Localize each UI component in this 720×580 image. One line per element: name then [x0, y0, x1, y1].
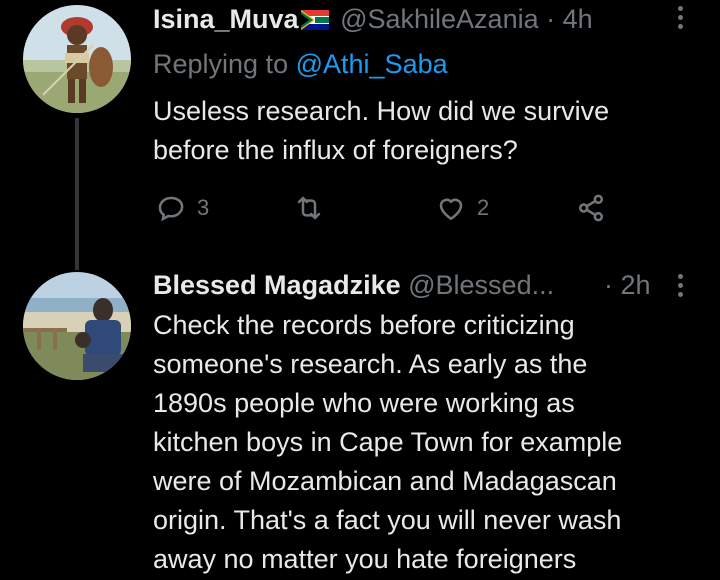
- share-button[interactable]: [575, 190, 607, 226]
- reply-target-link[interactable]: @Athi_Saba: [296, 49, 448, 79]
- tweet-text-line: 1890s people who were working as: [153, 388, 575, 418]
- tweet-text-line: someone's research. As early as the: [153, 349, 588, 379]
- avatar[interactable]: [23, 5, 131, 113]
- heart-icon: [439, 198, 463, 220]
- tweet-header: Isina_Muva @SakhileAzania · 4h: [153, 3, 593, 37]
- separator: ·: [546, 4, 556, 34]
- tweet-header: Blessed Magadzike @Blessed...: [153, 269, 554, 301]
- action-bar: 3 2: [153, 190, 633, 230]
- tweet-text: Useless research. How did we survive bef…: [153, 92, 693, 170]
- tweet-text-line: were of Mozambican and Madagascan: [153, 466, 617, 496]
- tweet-text-line: origin. That's a fact you will never was…: [153, 505, 622, 535]
- retweet-button[interactable]: [293, 190, 325, 226]
- separator: ·: [604, 270, 613, 300]
- user-handle[interactable]: @Blessed...: [408, 270, 554, 300]
- timestamp[interactable]: 4h: [563, 4, 593, 34]
- tweet-1[interactable]: Isina_Muva @SakhileAzania · 4h Replying …: [0, 0, 720, 270]
- tweet-text: Check the records before criticizing som…: [153, 306, 693, 579]
- south-africa-flag-icon: [300, 5, 329, 37]
- tweet-text-line: away no matter you hate foreigners: [153, 544, 577, 574]
- like-button[interactable]: 2: [435, 190, 489, 226]
- tweet-text-line: kitchen boys in Cape Town for example: [153, 427, 623, 457]
- thread-line: [75, 118, 79, 270]
- display-name[interactable]: Blessed Magadzike: [153, 270, 401, 300]
- user-handle[interactable]: @SakhileAzania: [340, 4, 539, 34]
- display-name[interactable]: Isina_Muva: [153, 4, 299, 34]
- more-options-icon[interactable]: [675, 6, 685, 34]
- tweet-time: · 2h: [604, 269, 651, 301]
- retweet-icon: [297, 196, 321, 220]
- tweet-text-line: Useless research. How did we survive: [153, 96, 610, 126]
- reply-icon: [158, 196, 184, 222]
- reply-count: 3: [197, 195, 210, 220]
- reply-button[interactable]: 3: [155, 190, 209, 226]
- like-count: 2: [477, 195, 490, 220]
- tweet-text-line: Check the records before criticizing: [153, 310, 575, 340]
- timestamp[interactable]: 2h: [621, 270, 651, 300]
- avatar[interactable]: [23, 272, 131, 380]
- share-icon: [578, 194, 604, 222]
- tweet-text-line: before the influx of foreigners?: [153, 135, 518, 165]
- reply-prefix: Replying to: [153, 49, 289, 79]
- more-options-icon[interactable]: [675, 274, 685, 302]
- replying-to: Replying to @Athi_Saba: [153, 48, 448, 80]
- tweet-2[interactable]: Blessed Magadzike @Blessed... · 2h Check…: [0, 260, 720, 580]
